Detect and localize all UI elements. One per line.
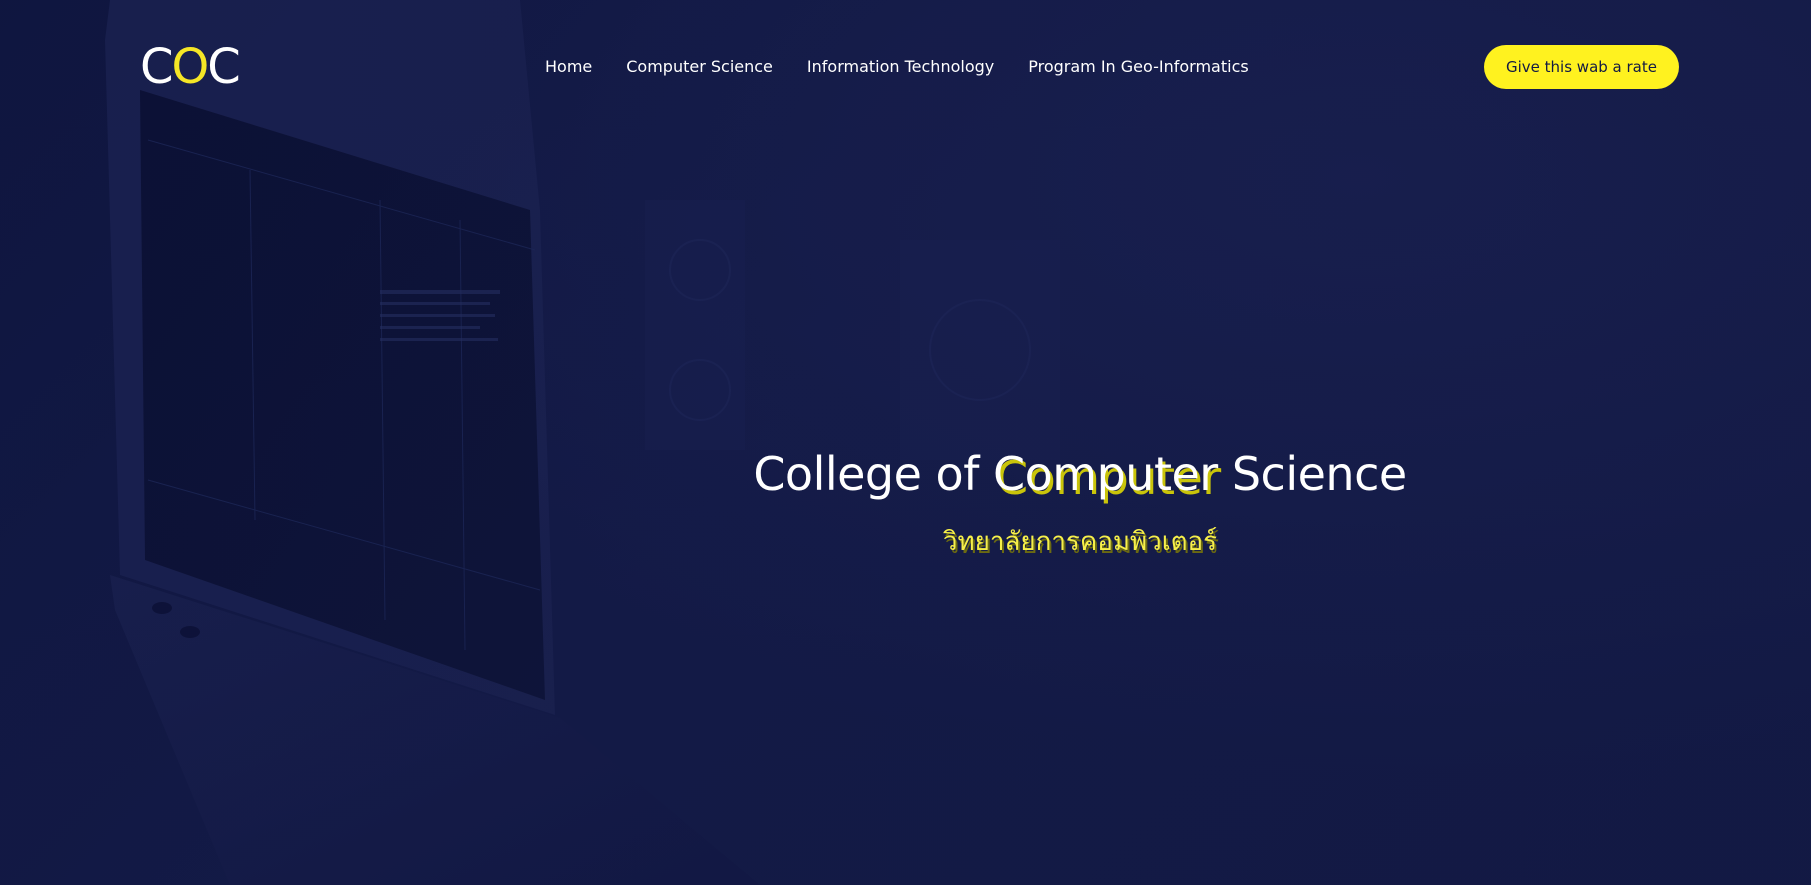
logo-letter-c2: C <box>207 39 240 95</box>
nav-item-computer-science[interactable]: Computer Science <box>626 56 773 78</box>
rate-button[interactable]: Give this wab a rate <box>1484 45 1679 89</box>
background-overlay <box>0 0 1811 885</box>
logo-letter-o: O <box>171 39 210 95</box>
hero-section: COC Home Computer Science Information Te… <box>0 0 1811 885</box>
logo-letter-c1: C <box>140 39 173 95</box>
main-nav: Home Computer Science Information Techno… <box>545 56 1283 78</box>
nav-item-home[interactable]: Home <box>545 56 592 78</box>
hero-title-part2: Science <box>1217 447 1407 501</box>
nav-item-geo-informatics[interactable]: Program In Geo-Informatics <box>1028 56 1248 78</box>
logo[interactable]: COC <box>140 39 241 95</box>
nav-item-information-technology[interactable]: Information Technology <box>807 56 994 78</box>
hero-title-highlight: Computer <box>993 447 1218 501</box>
hero-title: College of Computer Science <box>600 444 1560 504</box>
hero-subtitle: วิทยาลัยการคอมพิวเตอร์ <box>942 527 1218 557</box>
hero-title-part1: College of <box>753 447 994 501</box>
